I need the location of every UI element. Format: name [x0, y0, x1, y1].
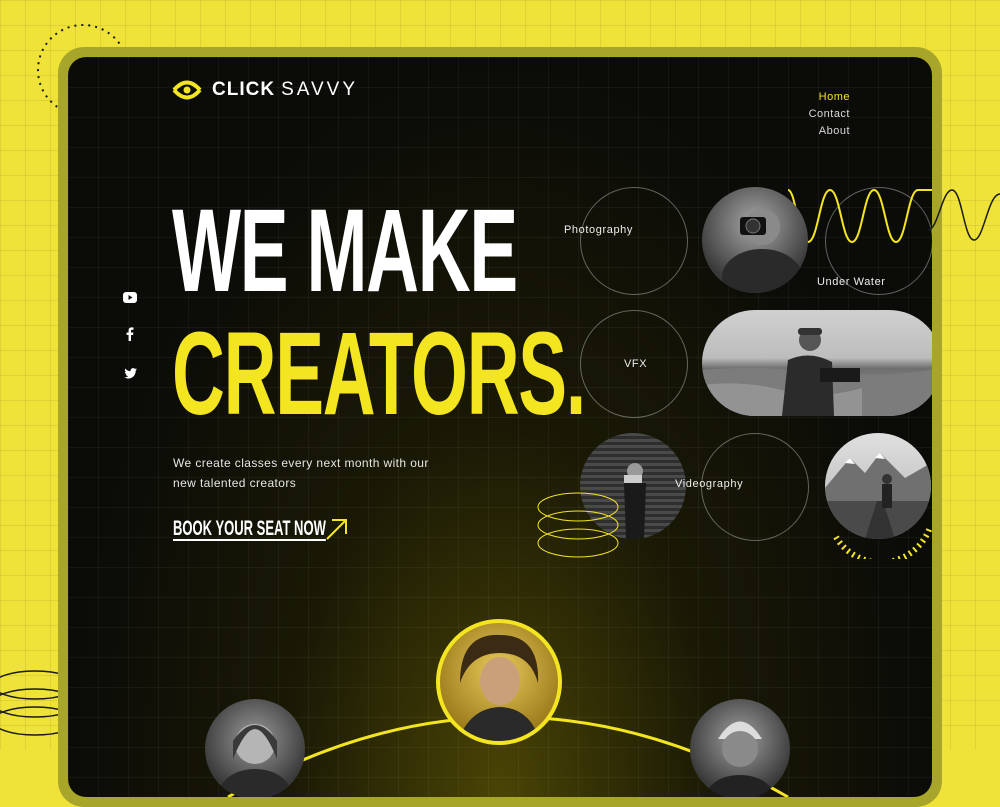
- main-nav: Home Contact About: [809, 89, 850, 140]
- youtube-icon: [123, 292, 137, 303]
- screen: CLICK SAVVY Home Contact About WE MAKE CR…: [68, 57, 932, 797]
- hero-title-line2: CREATORS.: [172, 308, 586, 440]
- camera-person-image: [722, 209, 802, 293]
- dashed-arc-decoration: [833, 525, 932, 559]
- creator-avatar-right[interactable]: [690, 699, 790, 797]
- hero-subtitle-line2: new talented creators: [173, 476, 297, 490]
- nav-item-contact[interactable]: Contact: [809, 106, 850, 123]
- twitter-icon: [123, 368, 137, 379]
- brand-logo-link[interactable]: CLICK SAVVY: [172, 79, 358, 101]
- eye-logo-icon: [172, 80, 202, 100]
- hero-title-line1: WE MAKE: [172, 185, 518, 317]
- vfx-photo[interactable]: [702, 310, 932, 416]
- book-seat-label: BOOK YOUR SEAT NOW: [173, 517, 326, 540]
- nav-item-home[interactable]: Home: [809, 89, 850, 106]
- facebook-icon: [126, 327, 134, 341]
- category-under-water[interactable]: Under Water: [817, 276, 886, 288]
- youtube-link[interactable]: [120, 290, 140, 308]
- hero-subtitle: We create classes every next month with …: [173, 453, 513, 493]
- hero-subtitle-line1: We create classes every next month with …: [173, 456, 429, 470]
- category-vfx[interactable]: VFX: [624, 358, 647, 370]
- creator-face-right: [706, 721, 774, 797]
- brand-name-light: SAVVY: [281, 79, 359, 100]
- twitter-link[interactable]: [120, 366, 140, 384]
- wave-tail-decoration: [928, 189, 1000, 241]
- creator-avatar-left[interactable]: [205, 699, 305, 797]
- wave-decoration: [788, 188, 932, 244]
- creator-face-left: [219, 724, 291, 797]
- brand-name-bold: CLICK: [212, 79, 276, 100]
- arrow-up-right-icon: [326, 519, 347, 540]
- photographer-photo[interactable]: [702, 187, 808, 293]
- category-photography[interactable]: Photography: [564, 224, 633, 236]
- stacked-rings-decoration: [537, 492, 619, 558]
- ring-photography: [580, 187, 688, 295]
- creator-avatar-featured[interactable]: [436, 619, 562, 745]
- sea-videographer-image: [702, 328, 932, 416]
- facebook-link[interactable]: [120, 327, 140, 346]
- nav-item-about[interactable]: About: [809, 123, 850, 140]
- creator-face-featured: [458, 634, 540, 741]
- category-videography[interactable]: Videography: [675, 478, 743, 490]
- book-seat-button[interactable]: BOOK YOUR SEAT NOW: [173, 516, 350, 542]
